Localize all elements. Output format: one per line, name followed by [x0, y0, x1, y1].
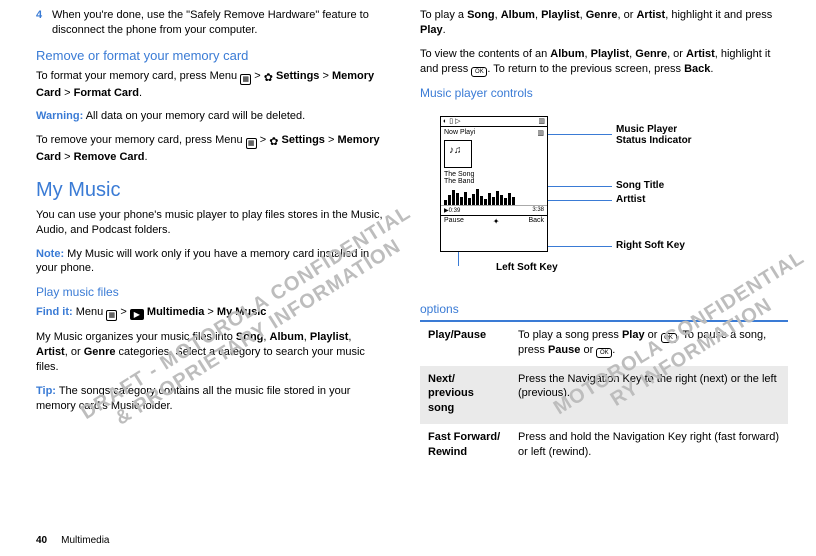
left-column: 4 When you're done, use the "Safely Remo…	[36, 8, 384, 468]
gear-icon: ✿	[264, 71, 273, 86]
table-row: Play/Pause To play a song press Play or …	[420, 322, 788, 366]
callout-line	[548, 246, 612, 247]
step-text: When you're done, use the "Safely Remove…	[52, 8, 384, 38]
remove-card-path: To remove your memory card, press Menu ▦…	[36, 133, 384, 165]
tip-text: Tip: The songs category contains all the…	[36, 384, 384, 414]
callout-status: Music PlayerStatus Indicator	[616, 124, 692, 146]
warning-label: Warning:	[36, 110, 83, 122]
phone-screen: ◐▯▷▥ Now Playi▥ The Song The Band ▶0:393…	[440, 116, 548, 252]
find-it-label: Find it:	[36, 306, 73, 318]
heading-remove-format: Remove or format your memory card	[36, 48, 384, 63]
find-it-path: Find it: Menu ▦ > ▶ Multimedia > My Musi…	[36, 305, 384, 321]
now-playing-row: Now Playi▥	[441, 127, 547, 138]
warning-text: Warning: All data on your memory card wi…	[36, 109, 384, 124]
heading-play-music-files: Play music files	[36, 285, 384, 299]
gear-icon: ✿	[269, 135, 278, 150]
page-footer: 40 Multimedia	[36, 535, 109, 546]
option-key: Next/previous song	[420, 366, 510, 425]
my-music-desc: You can use your phone's music player to…	[36, 208, 384, 238]
softkey-row: Pause✦Back	[441, 215, 547, 228]
step-4: 4 When you're done, use the "Safely Remo…	[36, 8, 384, 38]
section-name: Multimedia	[61, 535, 109, 546]
equalizer-bars	[444, 189, 544, 205]
option-key: Play/Pause	[420, 322, 510, 366]
heading-my-music: My Music	[36, 179, 384, 202]
menu-icon: ▦	[240, 74, 251, 85]
ok-icon: OK	[471, 67, 487, 77]
heading-music-player-controls: Music player controls	[420, 86, 788, 100]
callout-artist: Arttist	[616, 194, 645, 205]
callout-line	[548, 186, 612, 187]
note-text: Note: My Music will work only if you hav…	[36, 247, 384, 277]
callout-song-title: Song Title	[616, 180, 664, 191]
option-key: Fast Forward/Rewind	[420, 424, 510, 468]
options-heading: options	[420, 298, 788, 322]
arrow-icon: ▶	[130, 309, 144, 320]
note-label: Note:	[36, 248, 64, 260]
table-row: Fast Forward/Rewind Press and hold the N…	[420, 424, 788, 468]
ok-icon: OK	[596, 348, 612, 358]
callout-line	[548, 200, 612, 201]
tip-label: Tip:	[36, 385, 56, 397]
song-title: The Song	[441, 170, 547, 178]
right-column: To play a Song, Album, Playlist, Genre, …	[420, 8, 788, 468]
page-number: 40	[36, 535, 47, 546]
view-instructions: To view the contents of an Album, Playli…	[420, 47, 788, 77]
options-table: Play/Pause To play a song press Play or …	[420, 322, 788, 468]
option-value: Press and hold the Navigation Key right …	[510, 424, 788, 468]
callout-line	[548, 134, 612, 135]
option-value: To play a song press Play or OK. To paus…	[510, 322, 788, 366]
time-row: ▶0:393:38	[441, 205, 547, 215]
callout-right-softkey: Right Soft Key	[616, 240, 685, 251]
ok-icon: OK	[661, 333, 677, 343]
artist-name: The Band	[441, 178, 547, 187]
music-player-diagram: ◐▯▷▥ Now Playi▥ The Song The Band ▶0:393…	[440, 106, 788, 286]
step-number: 4	[36, 8, 52, 38]
menu-icon: ▦	[106, 310, 117, 321]
table-row: Next/previous song Press the Navigation …	[420, 366, 788, 425]
play-instructions: To play a Song, Album, Playlist, Genre, …	[420, 8, 788, 38]
option-value: Press the Navigation Key to the right (n…	[510, 366, 788, 425]
menu-icon: ▦	[246, 138, 257, 149]
callout-left-softkey: Left Soft Key	[496, 262, 558, 273]
format-card-path: To format your memory card, press Menu ▦…	[36, 69, 384, 101]
callout-line	[458, 252, 459, 266]
categories-text: My Music organizes your music files into…	[36, 330, 384, 375]
status-bar: ◐▯▷▥	[441, 117, 547, 127]
album-art-icon	[444, 140, 472, 168]
